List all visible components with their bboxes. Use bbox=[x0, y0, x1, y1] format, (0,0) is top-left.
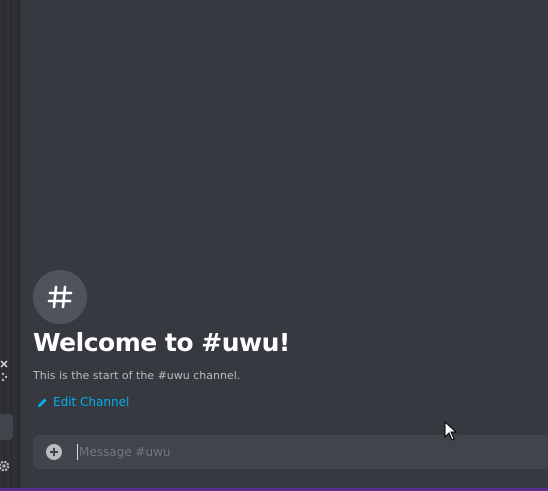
message-composer bbox=[33, 435, 548, 469]
edit-channel-link[interactable]: Edit Channel bbox=[37, 395, 129, 409]
sidebar-divider bbox=[17, 0, 19, 488]
sidebar-input-stub[interactable] bbox=[0, 414, 13, 440]
hash-icon bbox=[47, 285, 73, 309]
channel-hash-badge bbox=[33, 270, 87, 324]
pencil-icon bbox=[38, 398, 47, 407]
gear-icon[interactable] bbox=[0, 459, 11, 473]
welcome-subtitle: This is the start of the #uwu channel. bbox=[33, 369, 241, 382]
mouse-pointer-icon bbox=[444, 421, 458, 441]
edit-channel-label: Edit Channel bbox=[53, 395, 130, 409]
channel-sidebar-edge bbox=[0, 0, 21, 488]
discord-window: Welcome to #uwu! This is the start of th… bbox=[0, 0, 548, 491]
plus-circle-icon[interactable] bbox=[46, 444, 62, 460]
close-icon[interactable] bbox=[0, 360, 8, 368]
background-pattern bbox=[110, 0, 548, 401]
text-caret bbox=[77, 444, 78, 460]
chat-area: Welcome to #uwu! This is the start of th… bbox=[21, 0, 548, 488]
message-input[interactable] bbox=[79, 435, 539, 469]
welcome-title: Welcome to #uwu! bbox=[33, 328, 290, 357]
more-icon[interactable] bbox=[1, 372, 8, 382]
